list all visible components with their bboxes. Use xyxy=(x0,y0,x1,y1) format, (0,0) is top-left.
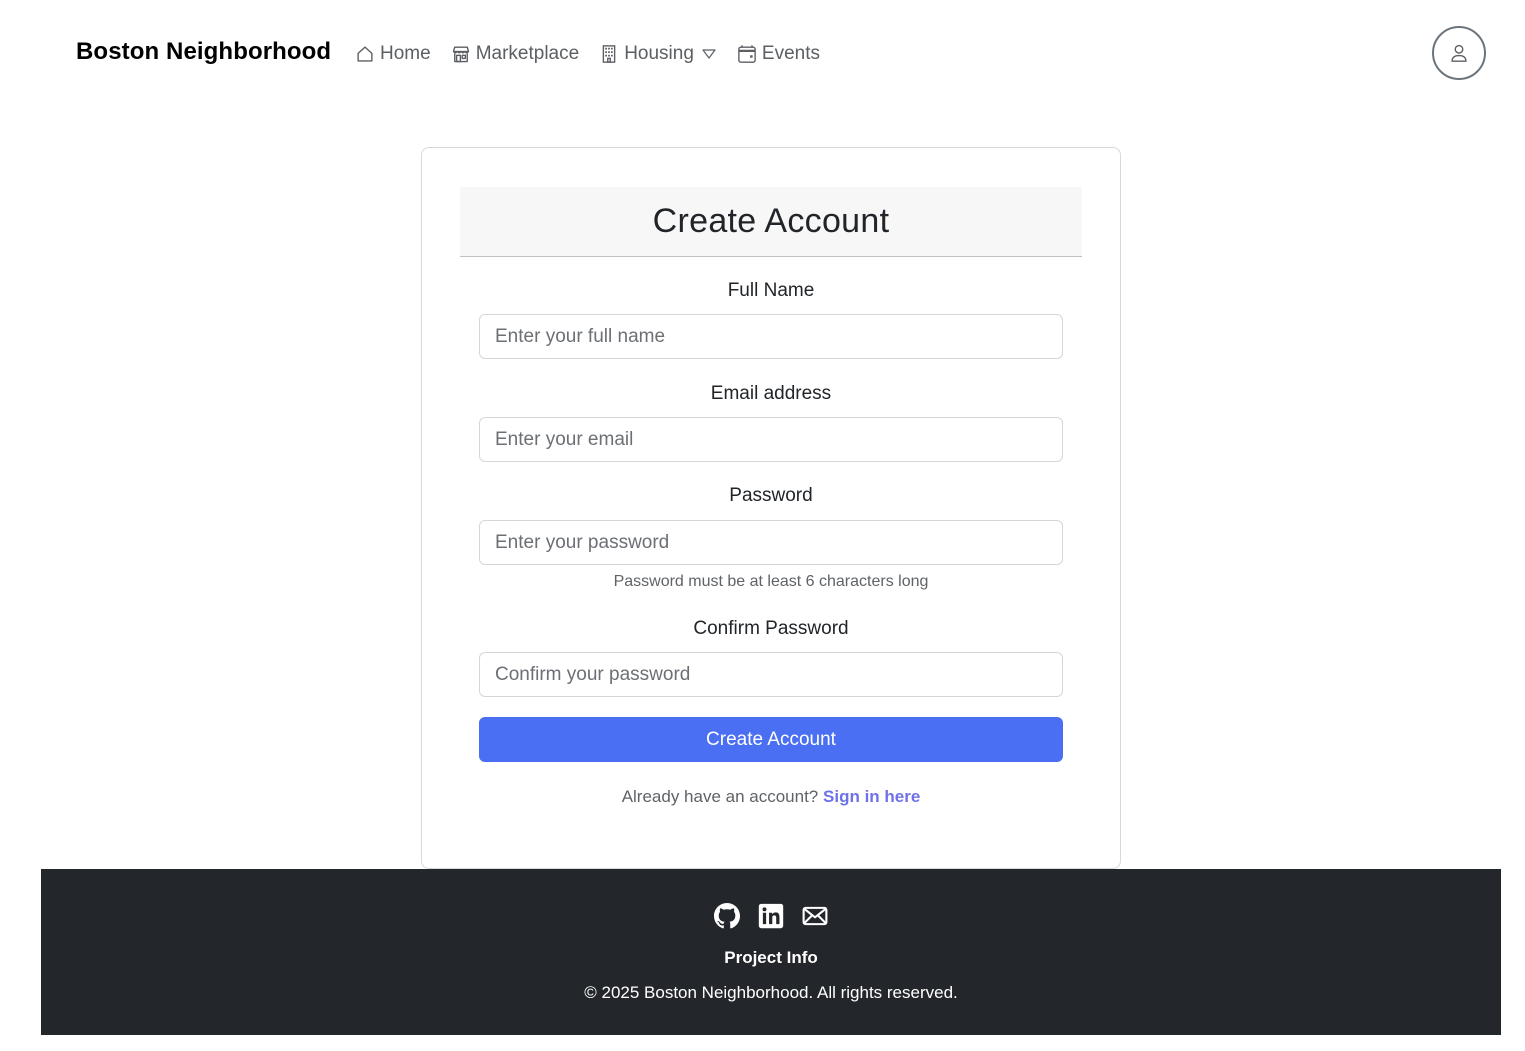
signin-prompt-text: Already have an account? xyxy=(621,787,819,806)
building-icon xyxy=(602,45,616,63)
copyright-text: © 2025 Boston Neighborhood. All rights r… xyxy=(584,983,958,1002)
password-input[interactable] xyxy=(479,520,1063,565)
github-link[interactable] xyxy=(714,903,740,929)
password-help-text: Password must be at least 6 characters l… xyxy=(613,573,929,590)
email-input[interactable] xyxy=(479,417,1063,462)
shop-icon xyxy=(452,46,469,63)
envelope-icon xyxy=(802,906,828,926)
create-account-button[interactable]: Create Account xyxy=(479,717,1063,762)
linkedin-icon xyxy=(758,903,784,929)
signup-card: Create Account Full Name Email address P… xyxy=(421,147,1121,869)
email-label: Email address xyxy=(710,383,832,404)
nav-links: Home Marketplace Housing Events xyxy=(355,40,840,68)
linkedin-link[interactable] xyxy=(758,903,784,929)
caret-down-icon xyxy=(702,49,716,59)
nav-item-events-label: Events xyxy=(761,43,820,64)
password-label: Password xyxy=(729,485,813,506)
full-name-label: Full Name xyxy=(727,280,815,301)
page-title: Create Account xyxy=(652,202,890,240)
github-icon xyxy=(714,903,740,929)
brand-logo[interactable]: Boston Neighborhood xyxy=(76,38,331,66)
nav-item-home-label: Home xyxy=(380,43,431,64)
navbar: Boston Neighborhood Home Marketplace Hou… xyxy=(0,0,1525,108)
nav-item-marketplace[interactable]: Marketplace xyxy=(451,43,580,65)
nav-item-events[interactable]: Events xyxy=(737,43,820,65)
social-links xyxy=(41,903,1501,929)
nav-item-housing-label: Housing xyxy=(624,43,694,64)
nav-item-housing[interactable]: Housing xyxy=(599,43,717,65)
email-link[interactable] xyxy=(802,903,828,929)
nav-item-marketplace-label: Marketplace xyxy=(475,43,580,64)
nav-item-home[interactable]: Home xyxy=(355,43,431,65)
project-info-link[interactable]: Project Info xyxy=(41,948,1501,968)
signin-link[interactable]: Sign in here xyxy=(823,787,920,806)
footer: Project Info © 2025 Boston Neighborhood.… xyxy=(41,869,1501,1035)
full-name-input[interactable] xyxy=(479,314,1063,359)
person-icon xyxy=(1451,44,1467,62)
house-icon xyxy=(357,46,373,62)
card-header: Create Account xyxy=(460,187,1082,257)
calendar-icon xyxy=(738,45,756,63)
confirm-password-label: Confirm Password xyxy=(693,618,849,639)
profile-button[interactable] xyxy=(1432,26,1486,80)
signin-prompt: Already have an account? Sign in here xyxy=(479,787,1063,807)
confirm-password-input[interactable] xyxy=(479,652,1063,697)
